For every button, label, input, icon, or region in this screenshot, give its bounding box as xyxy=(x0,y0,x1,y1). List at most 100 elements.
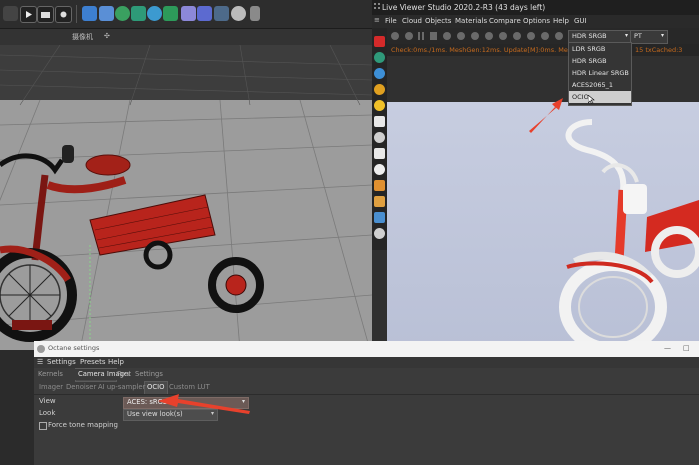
pen-icon[interactable] xyxy=(99,6,114,21)
octane-logo-icon xyxy=(37,345,45,353)
viewport-canvas[interactable] xyxy=(0,45,372,350)
material-icon[interactable] xyxy=(374,180,385,191)
live-viewer-status: Check:0ms./1ms. MeshGen:12ms. Update[M]:… xyxy=(387,44,699,56)
menu-presets[interactable]: Presets xyxy=(80,358,105,366)
camera-tag-icon[interactable] xyxy=(374,148,385,159)
texture-icon[interactable] xyxy=(374,196,385,207)
menu-help[interactable]: Help xyxy=(108,358,124,366)
tab-kernels[interactable]: Kernels xyxy=(38,370,63,378)
deformer-icon[interactable] xyxy=(181,6,196,21)
render-target-icon[interactable] xyxy=(374,36,385,47)
look-label: Look xyxy=(39,409,56,417)
render-settings-icon[interactable] xyxy=(55,6,72,23)
chevron-down-icon: ▾ xyxy=(660,32,664,39)
scatter-icon[interactable] xyxy=(374,212,385,223)
subtab-custom-lut[interactable]: Custom LUT xyxy=(169,383,210,391)
extra-icon[interactable] xyxy=(250,6,260,21)
live-viewer-title: Live Viewer Studio 2020.2-R3 (43 days le… xyxy=(382,3,546,12)
send-scene-icon xyxy=(391,32,399,40)
status-tail: 15 txCached:3 xyxy=(635,46,683,54)
menu-compare[interactable]: Compare xyxy=(489,17,521,25)
menu-settings[interactable]: Settings xyxy=(47,358,76,366)
look-select-value: Use view look(s) xyxy=(127,410,183,418)
pick-object-icon xyxy=(499,32,507,40)
imager-option-ldr-srgb[interactable]: LDR SRGB xyxy=(569,43,631,55)
chevron-down-icon: ▾ xyxy=(241,398,245,405)
maximize-icon[interactable]: □ xyxy=(683,344,690,352)
subtab-denoiser[interactable]: Denoiser xyxy=(66,383,96,391)
chevron-down-icon: ▾ xyxy=(210,410,214,417)
area-light-icon[interactable] xyxy=(374,116,385,127)
kernel-select[interactable]: PT ▾ xyxy=(630,30,668,44)
gamma-icon xyxy=(555,32,563,40)
array-icon[interactable] xyxy=(131,6,146,21)
menu-gui[interactable]: GUI xyxy=(574,17,587,25)
c4d-toolbar xyxy=(0,0,372,29)
render-view[interactable] xyxy=(387,102,699,350)
menu-help[interactable]: Help xyxy=(553,17,569,25)
force-tone-mapping-label: Force tone mapping xyxy=(48,421,118,429)
stop-icon xyxy=(430,32,437,40)
sphere-light-icon[interactable] xyxy=(374,132,385,143)
menu-cloud[interactable]: Cloud xyxy=(402,17,422,25)
fracture-icon[interactable] xyxy=(147,6,162,21)
grip-icon xyxy=(374,3,380,9)
region-icon xyxy=(457,32,465,40)
environment-icon[interactable] xyxy=(374,52,385,63)
imager-option-aces2065[interactable]: ACES2065_1 xyxy=(569,79,631,91)
imager-option-ocio[interactable]: OCIO xyxy=(569,91,631,103)
subtab-ai-upsampler[interactable]: AI up-sampler xyxy=(98,383,145,391)
c4d-viewport-panel: 摄像机 ✣ xyxy=(0,0,372,350)
live-viewer-toolbar-icons[interactable] xyxy=(387,28,567,44)
scene-icon[interactable] xyxy=(163,6,178,21)
status-text: Check:0ms./1ms. MeshGen:12ms. Update[M]:… xyxy=(391,46,582,54)
menu-materials[interactable]: Materials xyxy=(455,17,487,25)
field-icon[interactable] xyxy=(197,6,212,21)
view-select-value: ACES: sRGB xyxy=(127,398,168,406)
imager-option-hdr-linear-srgb[interactable]: HDR Linear SRGB xyxy=(569,67,631,79)
object-tag-icon[interactable] xyxy=(374,164,385,175)
restart-icon xyxy=(405,32,413,40)
octane-settings-body: ☰ Settings Presets Help Kernels Camera I… xyxy=(34,357,699,465)
subdivision-icon[interactable] xyxy=(115,6,130,21)
chevron-down-icon: ▾ xyxy=(624,32,628,39)
light-icon[interactable] xyxy=(231,6,246,21)
force-tone-mapping-checkbox[interactable] xyxy=(39,422,47,430)
view-select[interactable]: ACES: sRGB ▾ xyxy=(123,397,249,409)
live-viewer-menubar: ≡ File Cloud Objects Materials Compare O… xyxy=(372,15,699,28)
menu-file[interactable]: File xyxy=(385,17,397,25)
menu-options[interactable]: Options xyxy=(523,17,550,25)
imager-dropdown-menu: LDR SRGB HDR SRGB HDR Linear SRGB ACES20… xyxy=(568,42,632,106)
look-select[interactable]: Use view look(s) ▾ xyxy=(123,409,218,421)
subtab-ocio[interactable]: OCIO xyxy=(147,383,164,391)
tab-post[interactable]: Post xyxy=(117,370,131,378)
pick-material-icon xyxy=(485,32,493,40)
clapper-icon[interactable] xyxy=(37,6,54,23)
sun-icon[interactable] xyxy=(374,100,385,111)
view-label: View xyxy=(39,397,56,405)
hdri-icon[interactable] xyxy=(374,68,385,79)
film-clapper-icon[interactable] xyxy=(3,6,18,21)
hamburger-icon[interactable]: ☰ xyxy=(37,358,43,366)
subtab-imager[interactable]: Imager xyxy=(39,383,63,391)
divider xyxy=(34,394,699,395)
cube-icon[interactable] xyxy=(82,6,97,21)
daylight-icon[interactable] xyxy=(374,84,385,95)
viewport-camera-label[interactable]: 摄像机 xyxy=(72,32,93,42)
minimize-icon[interactable]: — xyxy=(664,344,671,352)
lock-icon xyxy=(443,32,451,40)
tab-settings[interactable]: Settings xyxy=(135,370,163,378)
octane-settings-window: Octane settings — □ ☰ Settings Presets H… xyxy=(34,341,699,465)
zoom-icon xyxy=(513,32,521,40)
move-icon[interactable]: ✣ xyxy=(104,32,110,40)
menu-objects[interactable]: Objects xyxy=(425,17,451,25)
camera-imager-subtabs: Imager Denoiser AI up-sampler OCIO Custo… xyxy=(34,382,699,393)
subsample-icon xyxy=(541,32,549,40)
camera-icon[interactable] xyxy=(214,6,229,21)
imager-option-hdr-srgb[interactable]: HDR SRGB xyxy=(569,55,631,67)
mouse-cursor-icon xyxy=(588,95,595,104)
settings-icon[interactable] xyxy=(374,228,385,239)
toolbar-separator xyxy=(76,5,77,23)
play-icon[interactable] xyxy=(20,6,37,23)
pick-focus-icon xyxy=(471,32,479,40)
